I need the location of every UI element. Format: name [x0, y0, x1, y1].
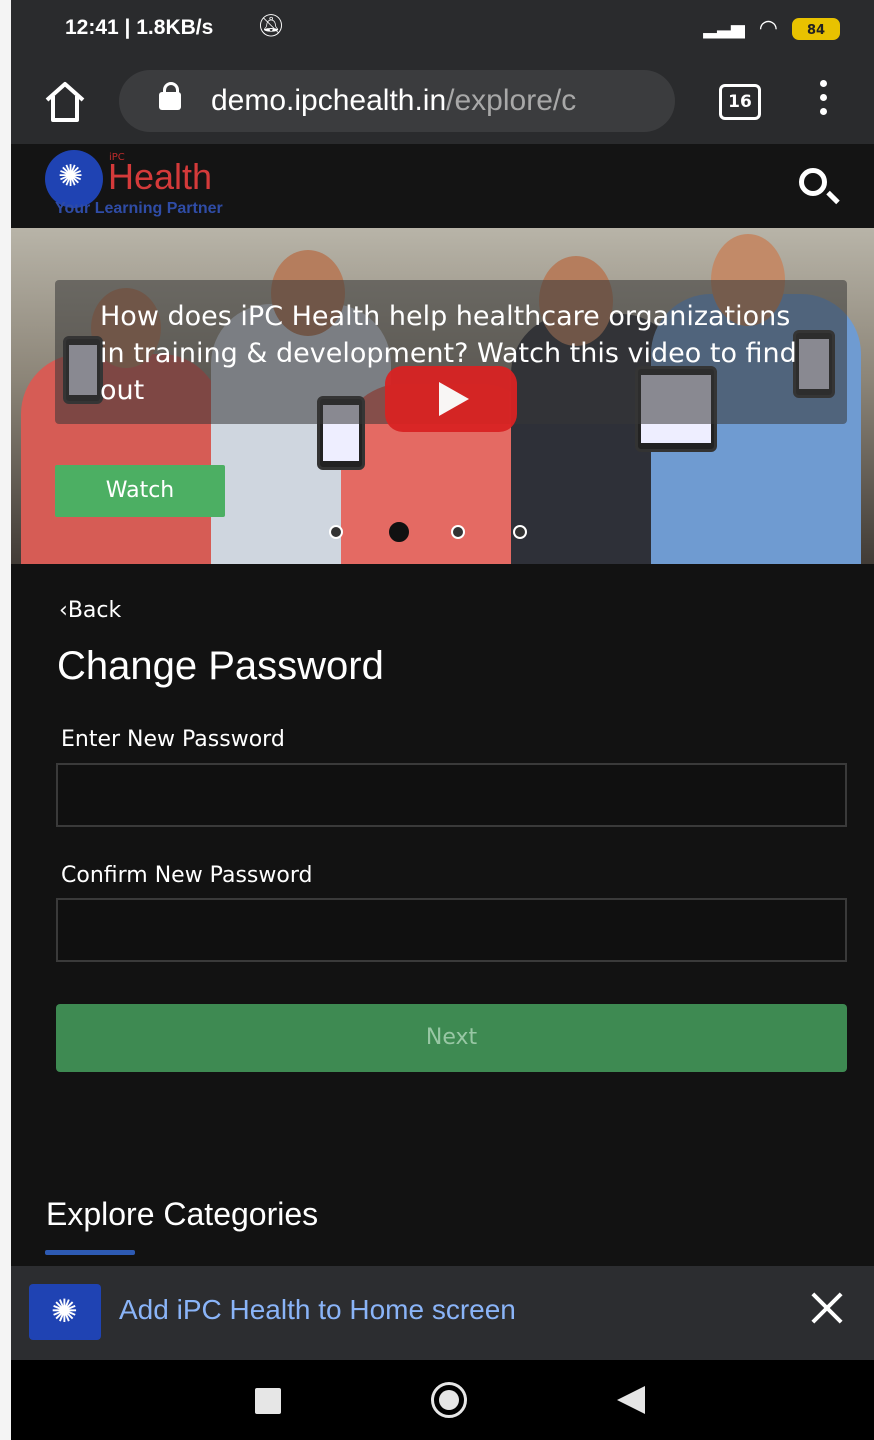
carousel-dot[interactable] [451, 525, 465, 539]
add-to-home-banner[interactable]: Add iPC Health to Home screen [11, 1266, 874, 1360]
home-nav-icon[interactable] [431, 1382, 467, 1418]
confirm-password-field[interactable] [56, 898, 847, 962]
battery-icon: 84 [792, 17, 840, 40]
carousel-dot[interactable] [513, 525, 527, 539]
recents-icon[interactable] [255, 1388, 281, 1414]
site-header: iPC Health Your Learning Partner [11, 144, 874, 228]
tab-switcher-button[interactable]: 16 [719, 84, 761, 120]
carousel-dot[interactable] [329, 525, 343, 539]
wifi-icon: ◠ [758, 16, 778, 41]
system-nav-bar [11, 1360, 874, 1440]
back-link[interactable]: ‹Back [59, 598, 121, 623]
heading-underline [45, 1250, 135, 1255]
logo-name[interactable]: Health [108, 156, 212, 198]
app-icon [29, 1284, 101, 1340]
explore-categories-heading: Explore Categories [46, 1196, 319, 1232]
url-path: /explore/c [446, 84, 577, 117]
chevron-left-icon: ‹ [59, 598, 68, 623]
overflow-menu-icon[interactable] [817, 80, 829, 124]
next-button[interactable]: Next [56, 1004, 847, 1072]
page-title: Change Password [57, 644, 384, 688]
hero-carousel[interactable]: How does iPC Health help healthcare orga… [11, 228, 874, 564]
url-domain: demo.ipchealth.in [211, 84, 447, 117]
new-password-field[interactable] [56, 763, 847, 827]
logo-tagline: Your Learning Partner [55, 200, 223, 217]
play-video-icon[interactable] [385, 366, 517, 432]
close-icon[interactable] [807, 1288, 847, 1328]
status-time: 12:41 | 1.8KB/s [65, 16, 214, 39]
bell-off-icon: 🔕︎ [257, 14, 285, 39]
url-bar[interactable]: demo.ipchealth.in/explore/c [119, 70, 675, 132]
carousel-dot[interactable] [389, 522, 409, 542]
new-password-label: Enter New Password [61, 727, 285, 752]
browser-toolbar: demo.ipchealth.in/explore/c 16 [11, 60, 874, 144]
confirm-password-label: Confirm New Password [61, 863, 313, 888]
lock-icon [159, 82, 181, 110]
add-to-home-text[interactable]: Add iPC Health to Home screen [119, 1294, 516, 1326]
back-nav-icon[interactable] [617, 1386, 645, 1414]
phone-screen: 12:41 | 1.8KB/s 🔕︎ ▂▃▅ ◠ 84 demo.ipcheal… [11, 0, 874, 1440]
home-icon[interactable] [41, 78, 89, 126]
url-text: demo.ipchealth.in/explore/c [211, 84, 661, 118]
watch-button[interactable]: Watch [55, 465, 225, 517]
status-bar: 12:41 | 1.8KB/s 🔕︎ ▂▃▅ ◠ 84 [11, 0, 874, 60]
back-label: Back [67, 598, 122, 623]
status-icons: ▂▃▅ ◠ 84 [703, 16, 840, 41]
search-icon[interactable] [799, 168, 827, 196]
signal-icon: ▂▃▅ [703, 18, 745, 39]
